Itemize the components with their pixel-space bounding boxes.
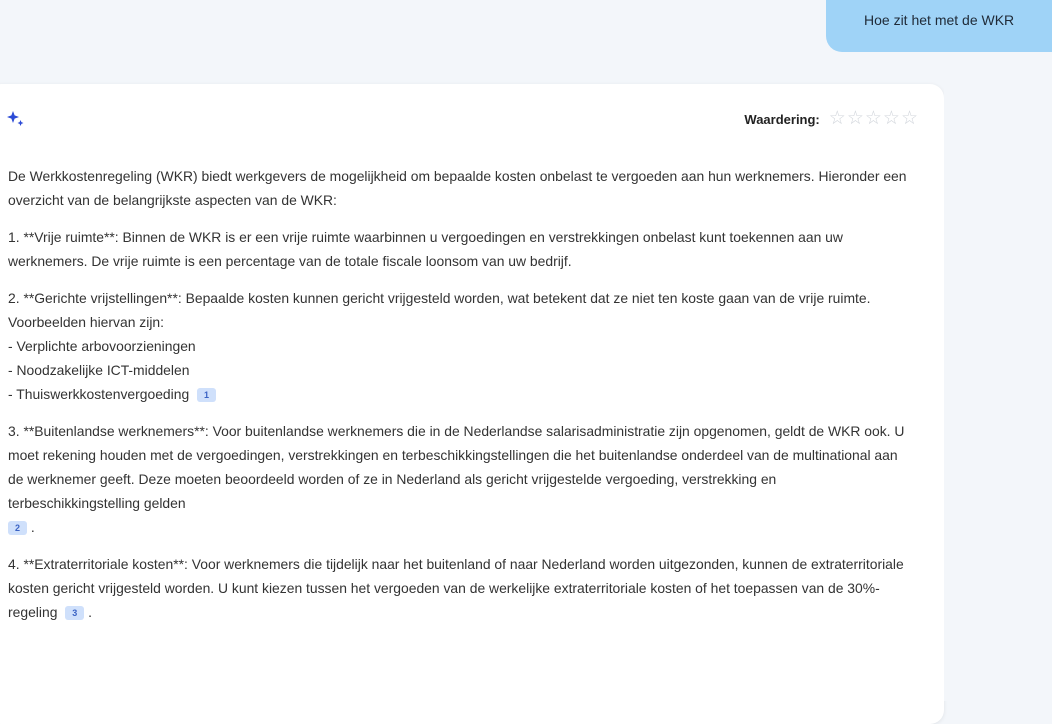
rating-control: Waardering: ☆ ☆ ☆ ☆ ☆	[744, 109, 918, 128]
user-message-text: Hoe zit het met de WKR	[864, 12, 1015, 28]
period: .	[88, 604, 93, 620]
list-item: - Thuiswerkkostenvergoeding	[8, 386, 190, 402]
answer-point-4: 4. **Extraterritoriale kosten**: Voor we…	[8, 552, 908, 624]
star-icon-1[interactable]: ☆	[829, 109, 846, 128]
assistant-answer-card: Waardering: ☆ ☆ ☆ ☆ ☆ De Werkkostenregel…	[0, 84, 944, 724]
rating-stars: ☆ ☆ ☆ ☆ ☆	[829, 109, 918, 128]
user-message-bubble: Hoe zit het met de WKR	[826, 0, 1052, 52]
rating-label: Waardering:	[744, 111, 820, 127]
answer-point-2: 2. **Gerichte vrijstellingen**: Bepaalde…	[8, 286, 908, 406]
side-background	[944, 84, 1052, 701]
answer-point-4-text: 4. **Extraterritoriale kosten**: Voor we…	[8, 556, 904, 620]
answer-point-2-heading: 2. **Gerichte vrijstellingen**: Bepaalde…	[8, 290, 871, 330]
list-item: - Verplichte arbovoorzieningen	[8, 338, 196, 354]
answer-intro: De Werkkostenregeling (WKR) biedt werkge…	[8, 168, 907, 208]
star-icon-4[interactable]: ☆	[883, 109, 900, 128]
citation-badge-3[interactable]: 3	[65, 606, 85, 620]
answer-point-3-text: 3. **Buitenlandse werknemers**: Voor bui…	[8, 423, 905, 511]
citation-badge-1[interactable]: 1	[197, 388, 217, 402]
star-icon-3[interactable]: ☆	[865, 109, 882, 128]
period: .	[30, 519, 35, 535]
answer-point-3: 3. **Buitenlandse werknemers**: Voor bui…	[8, 419, 908, 539]
list-item: - Noodzakelijke ICT-middelen	[8, 362, 190, 378]
sparkle-icon	[7, 111, 24, 126]
star-icon-2[interactable]: ☆	[847, 109, 864, 128]
answer-point-1: 1. **Vrije ruimte**: Binnen de WKR is er…	[8, 229, 843, 269]
answer-body: De Werkkostenregeling (WKR) biedt werkge…	[8, 164, 908, 637]
citation-badge-2[interactable]: 2	[8, 521, 27, 535]
star-icon-5[interactable]: ☆	[901, 109, 918, 128]
